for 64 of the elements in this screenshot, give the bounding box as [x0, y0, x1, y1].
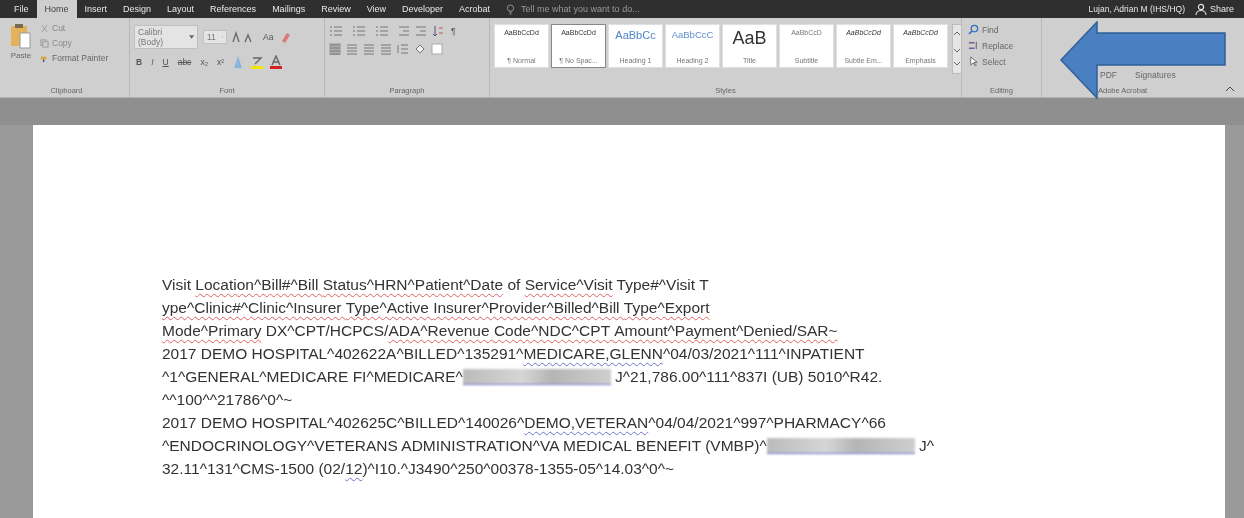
document-line: 2017 DEMO HOSPITAL^402625C^BILLED^140026^DEMO,VETERAN^04/04/2021^997^PHARMACY^66	[162, 413, 887, 433]
format-button[interactable]: I	[149, 57, 156, 67]
eraser-icon[interactable]	[280, 31, 293, 43]
ribbon-tab[interactable]: View	[358, 0, 394, 18]
lightbulb-icon	[506, 3, 516, 15]
copy-icon	[40, 38, 49, 48]
document-line: 2017 DEMO HOSPITAL^402622A^BILLED^135291^MEDICARE,GLENN^04/03/2021^111^INPATIENT	[162, 344, 866, 364]
replace-icon	[968, 40, 979, 51]
align-icon[interactable]	[363, 43, 375, 55]
scissors-icon	[40, 23, 49, 33]
indent-icon[interactable]	[398, 25, 410, 37]
align-icon[interactable]	[380, 43, 392, 55]
format-painter-button[interactable]: Format Painter	[38, 51, 111, 65]
document-line: Visit Location^Bill#^Bill Status^HRN^Patient^Date of Service^Visit Type#^Visit T	[162, 275, 710, 295]
acrobat-button[interactable]: Signatures	[1133, 68, 1178, 82]
align-icon[interactable]	[346, 43, 358, 55]
ribbon-tab[interactable]: Mailings	[264, 0, 314, 18]
ribbon-tab[interactable]: Review	[313, 0, 359, 18]
font-size-field[interactable]: 11	[203, 30, 227, 44]
collapse-ribbon-icon[interactable]	[1226, 86, 1234, 91]
caret-icon	[188, 35, 194, 39]
format-button[interactable]: abc	[175, 57, 194, 67]
user-name[interactable]: Lujan, Adrian M (IHS/HQ)	[1088, 4, 1185, 14]
replace-button[interactable]: Replace	[966, 38, 1037, 53]
format-button[interactable]: x²	[214, 57, 227, 67]
find-button[interactable]: Find	[966, 22, 1037, 37]
ribbon-tab[interactable]: Insert	[76, 0, 116, 18]
format-button[interactable]: U	[160, 57, 171, 67]
align-icon[interactable]	[329, 43, 341, 55]
font-name-field[interactable]: Calibri (Body)	[134, 25, 198, 49]
indent-icon[interactable]	[415, 25, 427, 37]
show-marks-button[interactable]: ¶	[449, 26, 458, 36]
paste-button[interactable]: Paste	[8, 21, 34, 86]
document-line: 32.11^131^CMS-1500 (02/12)^I10.^J3490^250^00378-1355-05^14.03^0^~	[162, 459, 676, 479]
ribbon-tab[interactable]: File	[6, 0, 37, 18]
ribbon-tab[interactable]: References	[202, 0, 265, 18]
borders-icon[interactable]	[431, 43, 443, 55]
document-line: ^^100^^21786^0^~	[162, 390, 294, 410]
ribbon-tab[interactable]: Home	[36, 0, 77, 18]
format-button[interactable]: x₂	[198, 57, 210, 67]
document-line: ^1^GENERAL^MEDICARE FI^MEDICARE^ J^21,786.00^111^837I (UB) 5010^R42.	[162, 367, 884, 387]
shading-icon[interactable]	[414, 43, 426, 55]
highlighter-icon[interactable]	[250, 55, 265, 69]
format-button[interactable]: B	[134, 57, 145, 67]
document-line: ^ENDOCRINOLOGY^VETERANS ADMINISTRATION^VA MEDICAL BENEFIT (VMBP)^ J^	[162, 436, 936, 456]
ribbon-tab[interactable]: Developer	[394, 0, 452, 18]
document-line: ype^Clinic#^Clinic^Insurer Type^Active Insurer^Provider^Billed^Bill Type^Export	[162, 298, 711, 318]
ribbon-tab[interactable]: Layout	[159, 0, 203, 18]
search-icon	[968, 24, 979, 35]
line-spacing-icon[interactable]	[397, 43, 409, 55]
ribbon-tab[interactable]: Design	[115, 0, 160, 18]
clipboard-icon	[10, 23, 32, 49]
share-button[interactable]: Share	[1194, 3, 1234, 15]
change-case-button[interactable]: Aa	[261, 32, 276, 42]
document-line: Mode^Primary DX^CPT/HCPCS/ADA^Revenue Code^NDC^CPT Amount^Payment^Denied/SAR~	[162, 321, 839, 341]
font-color-icon[interactable]	[269, 55, 284, 69]
acrobat-button[interactable]: PDF	[1098, 68, 1119, 82]
sort-icon[interactable]	[432, 25, 444, 37]
ribbon-tab[interactable]: Acrobat	[451, 0, 499, 18]
select-button[interactable]: Select	[966, 54, 1037, 69]
cursor-icon	[968, 56, 979, 67]
tell-me-field[interactable]: Tell me what you want to do...	[519, 3, 704, 15]
person-icon	[1194, 3, 1207, 15]
gallery-scroll-buttons[interactable]	[952, 24, 962, 74]
